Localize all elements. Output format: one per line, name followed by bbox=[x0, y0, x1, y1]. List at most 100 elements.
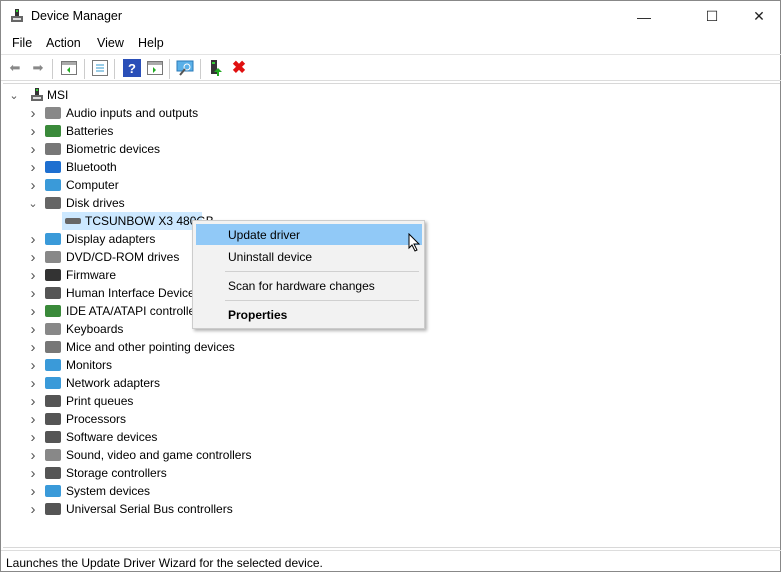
fingerprint-icon bbox=[45, 143, 61, 155]
tree-item-label: Bluetooth bbox=[66, 160, 117, 174]
toolbar: ⬅ ➡ ? ✖ bbox=[1, 54, 781, 81]
battery-icon bbox=[45, 125, 61, 137]
computer-root-icon bbox=[31, 88, 43, 101]
speaker-icon bbox=[45, 449, 61, 461]
tree-item[interactable]: ⌄ Disk drives bbox=[3, 194, 263, 212]
computer-icon bbox=[45, 179, 61, 191]
tree-item-label: Biometric devices bbox=[66, 142, 161, 156]
menu-item-uninstall-device[interactable]: Uninstall device bbox=[196, 246, 422, 267]
tree-item-label: Sound, video and game controllers bbox=[66, 448, 252, 462]
controller-icon bbox=[45, 305, 61, 317]
menu-item-label: Uninstall device bbox=[228, 250, 313, 264]
menu-view[interactable]: View bbox=[97, 36, 124, 50]
tree-item[interactable]: › Computer bbox=[3, 176, 263, 194]
storage-controller-icon bbox=[45, 467, 61, 479]
menu-help[interactable]: Help bbox=[138, 36, 164, 50]
tree-item[interactable]: › Universal Serial Bus controllers bbox=[3, 500, 263, 518]
chevron-right-icon[interactable]: › bbox=[28, 231, 38, 248]
tree-item[interactable]: › Network adapters bbox=[3, 374, 263, 392]
tree-item[interactable]: › Audio inputs and outputs bbox=[3, 104, 263, 122]
software-device-icon bbox=[45, 431, 61, 443]
uninstall-icon[interactable]: ✖ bbox=[230, 58, 248, 77]
tree-item[interactable]: › Bluetooth bbox=[3, 158, 263, 176]
menu-bar: File Action View Help bbox=[1, 33, 781, 54]
back-icon[interactable]: ⬅ bbox=[6, 59, 24, 77]
tree-item-label: Monitors bbox=[66, 358, 113, 372]
tree-item[interactable]: › Batteries bbox=[3, 122, 263, 140]
chevron-right-icon[interactable]: › bbox=[28, 321, 38, 338]
printer-icon bbox=[45, 395, 61, 407]
keyboard-icon bbox=[45, 287, 61, 299]
show-hide-console-tree-icon[interactable] bbox=[60, 59, 78, 77]
tree-root[interactable]: ⌄ MSI bbox=[3, 86, 203, 104]
chevron-right-icon[interactable]: › bbox=[28, 159, 38, 176]
chevron-right-icon[interactable]: › bbox=[28, 483, 38, 500]
status-bar: Launches the Update Driver Wizard for th… bbox=[1, 550, 781, 573]
chevron-right-icon[interactable]: › bbox=[28, 465, 38, 482]
chevron-right-icon[interactable]: › bbox=[28, 429, 38, 446]
mouse-icon bbox=[45, 341, 61, 353]
chevron-down-icon[interactable]: ⌄ bbox=[28, 197, 38, 210]
minimize-button[interactable]: — bbox=[621, 1, 667, 32]
toolbar-separator bbox=[200, 59, 201, 79]
tree-item[interactable]: › Mice and other pointing devices bbox=[3, 338, 263, 356]
tree-item[interactable]: › Biometric devices bbox=[3, 140, 263, 158]
menu-item-update-driver[interactable]: Update driver bbox=[196, 224, 422, 245]
chevron-right-icon[interactable]: › bbox=[28, 249, 38, 266]
chevron-right-icon[interactable]: › bbox=[28, 123, 38, 140]
scan-hardware-icon[interactable] bbox=[176, 59, 194, 77]
menu-item-scan-hardware[interactable]: Scan for hardware changes bbox=[196, 275, 422, 296]
chevron-right-icon[interactable]: › bbox=[28, 339, 38, 356]
menu-file[interactable]: File bbox=[12, 36, 32, 50]
chevron-down-icon[interactable]: ⌄ bbox=[9, 89, 19, 102]
update-driver-icon[interactable] bbox=[207, 59, 225, 77]
chevron-right-icon[interactable]: › bbox=[28, 303, 38, 320]
chevron-right-icon[interactable]: › bbox=[28, 375, 38, 392]
chevron-right-icon[interactable]: › bbox=[28, 447, 38, 464]
tree-item-label: DVD/CD-ROM drives bbox=[66, 250, 180, 264]
status-text: Launches the Update Driver Wizard for th… bbox=[6, 556, 323, 570]
menu-separator bbox=[225, 271, 419, 272]
tree-root-label: MSI bbox=[47, 88, 69, 102]
menu-action[interactable]: Action bbox=[46, 36, 81, 50]
chevron-right-icon[interactable]: › bbox=[28, 267, 38, 284]
action-pane-icon[interactable] bbox=[146, 59, 164, 77]
dvd-drive-icon bbox=[45, 251, 61, 263]
chevron-right-icon[interactable]: › bbox=[28, 501, 38, 518]
toolbar-separator bbox=[114, 59, 115, 79]
tree-item-label: Storage controllers bbox=[66, 466, 167, 480]
tree-item-label: Firmware bbox=[66, 268, 116, 282]
properties-icon[interactable] bbox=[91, 59, 109, 77]
maximize-button[interactable]: ☐ bbox=[689, 1, 735, 32]
tree-item-selected[interactable]: TCSUNBOW X3 480GB bbox=[62, 212, 214, 230]
tree-item-label: Disk drives bbox=[66, 196, 125, 210]
menu-item-label: Scan for hardware changes bbox=[228, 279, 375, 293]
tree-item[interactable]: › System devices bbox=[3, 482, 263, 500]
forward-icon[interactable]: ➡ bbox=[29, 59, 47, 77]
chevron-right-icon[interactable]: › bbox=[28, 411, 38, 428]
title-bar: Device Manager — ☐ ✕ bbox=[1, 1, 781, 32]
help-icon[interactable]: ? bbox=[123, 59, 141, 77]
tree-item[interactable]: › Monitors bbox=[3, 356, 263, 374]
chevron-right-icon[interactable]: › bbox=[28, 285, 38, 302]
monitor-icon bbox=[45, 359, 61, 371]
close-button[interactable]: ✕ bbox=[736, 1, 781, 32]
chevron-right-icon[interactable]: › bbox=[28, 393, 38, 410]
menu-item-properties[interactable]: Properties bbox=[196, 304, 422, 325]
chevron-right-icon[interactable]: › bbox=[28, 105, 38, 122]
network-icon bbox=[45, 377, 61, 389]
device-manager-window: Device Manager — ☐ ✕ File Action View He… bbox=[0, 0, 781, 572]
processor-icon bbox=[45, 413, 61, 425]
tree-item[interactable]: › Sound, video and game controllers bbox=[3, 446, 263, 464]
tree-item[interactable]: › Storage controllers bbox=[3, 464, 263, 482]
chevron-right-icon[interactable]: › bbox=[28, 357, 38, 374]
tree-item-label: Keyboards bbox=[66, 322, 124, 336]
chip-icon bbox=[45, 269, 61, 281]
chevron-right-icon[interactable]: › bbox=[28, 177, 38, 194]
chevron-right-icon[interactable]: › bbox=[28, 141, 38, 158]
disk-drive-icon bbox=[45, 197, 61, 209]
window-title: Device Manager bbox=[31, 9, 123, 23]
tree-item[interactable]: › Print queues bbox=[3, 392, 263, 410]
tree-item[interactable]: › Software devices bbox=[3, 428, 263, 446]
tree-item[interactable]: › Processors bbox=[3, 410, 263, 428]
